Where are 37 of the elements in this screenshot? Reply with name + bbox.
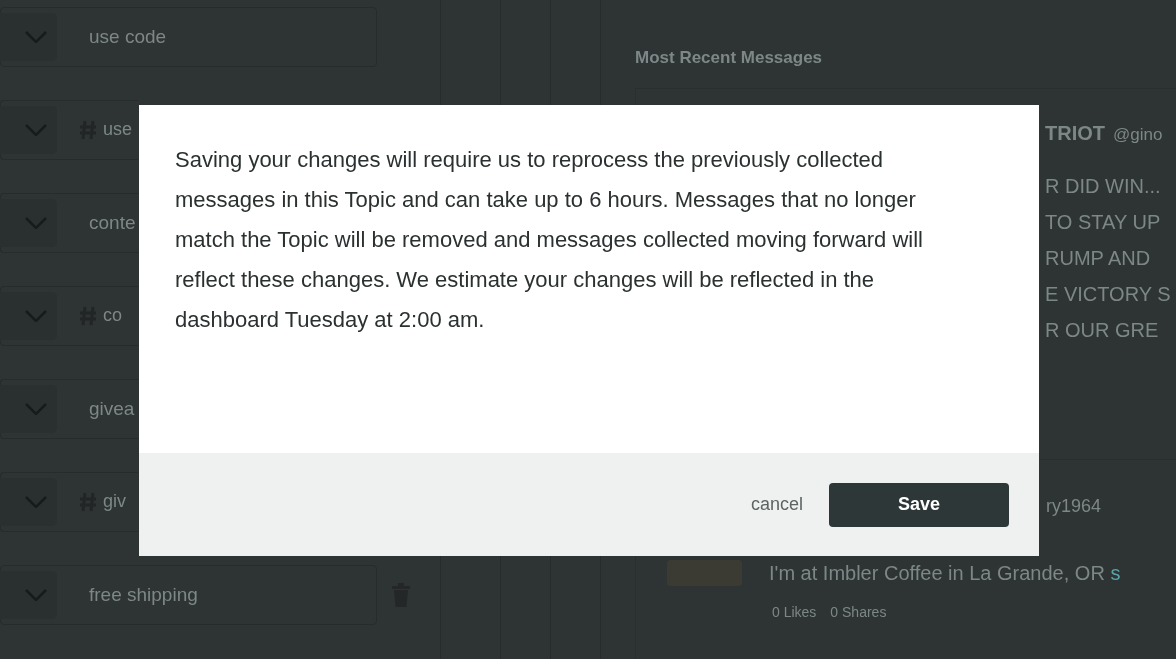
save-button[interactable]: Save [829,482,1009,527]
message-text-line: E VICTORY S [1045,282,1172,307]
keyword-field[interactable]: conte [0,192,138,253]
author-handle: @gino [1113,124,1163,146]
keyword-field[interactable]: use [0,99,138,160]
likes-count: 0 Likes [772,604,817,620]
field-value: conte [89,211,136,234]
dialog-message: Saving your changes will require us to reprocess the previously collected messages in this Topic and can take up to 6 hours. Messages that no longer match the Topic will be removed and messages collected moving forward will reflect these changes. We estimate your changes will be reflected in the dashboard Tuesday at 2:00 am. [174,146,924,334]
keyword-field[interactable]: giv [0,471,138,532]
cancel-button[interactable]: cancel [746,490,807,519]
dropdown-button[interactable] [0,105,57,154]
field-value: free shipping [89,583,198,606]
message-text-line: TO STAY UP [1045,210,1162,235]
message-text-line: R OUR GRE [1045,318,1160,343]
author-handle: ry1964 [1046,495,1103,517]
keyword-field[interactable]: free shipping [0,564,377,625]
dropdown-button[interactable] [0,384,57,433]
field-value: co [103,305,122,326]
dropdown-button[interactable] [0,570,57,619]
keyword-field[interactable]: use code [0,6,377,67]
message-text: I'm at Imbler Coffee in La Grande, OR s [769,561,1121,585]
keyword-field[interactable]: co [0,285,138,346]
message-link[interactable]: s [1110,562,1121,584]
dropdown-button[interactable] [0,198,57,247]
panel-title: Most Recent Messages [635,48,824,68]
shares-count: 0 Shares [830,604,887,620]
field-value: giv [103,491,126,512]
message-text-line: RUMP AND [1045,246,1152,271]
message-text-line: R DID WIN... [1045,174,1162,199]
author-name: TRIOT [1045,121,1105,145]
dropdown-button[interactable] [0,12,57,61]
field-value: use code [89,25,167,48]
keyword-field[interactable]: givea [0,378,138,439]
field-value: givea [89,397,135,420]
dropdown-button[interactable] [0,477,57,526]
dropdown-button[interactable] [0,291,57,340]
field-value: use [103,119,133,140]
